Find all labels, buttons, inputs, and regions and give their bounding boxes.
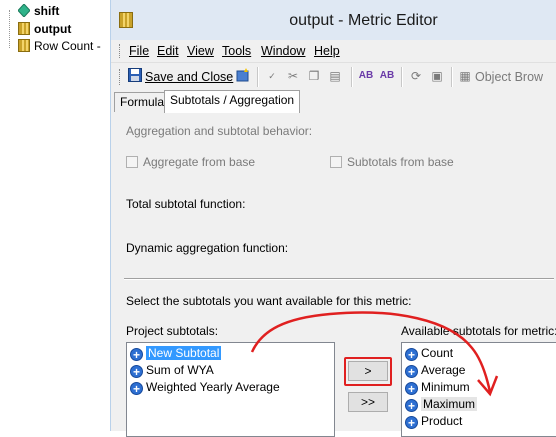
menu-edit[interactable]: Edit [157, 44, 179, 58]
object-browser-button[interactable]: Object Brow [475, 70, 543, 84]
available-subtotals-label: Available subtotals for metric: [401, 324, 556, 338]
subtotals-from-base-checkbox[interactable] [330, 156, 342, 168]
toolbar-separator [257, 67, 259, 87]
menu-view-label: View [187, 44, 214, 58]
available-subtotals-list[interactable]: + Count + Average + Minimum + Maximum + Produ… [401, 342, 556, 437]
list-item[interactable]: + Average [405, 362, 465, 379]
tab-subtotals-aggregation[interactable]: Subtotals / Aggregation [164, 90, 301, 113]
tree-item-label: output [34, 22, 72, 36]
spell-check-icon[interactable]: ✓ [264, 68, 280, 84]
tree-item-row-count[interactable]: Row Count - [18, 38, 101, 55]
object-browser-icon[interactable]: ▦ [457, 68, 473, 84]
menu-file[interactable]: File [129, 44, 149, 58]
copy-icon[interactable]: ❐ [306, 68, 322, 84]
menu-help-label: Help [314, 44, 340, 58]
subtotals-from-base-label: Subtotals from base [347, 155, 454, 169]
menu-grip[interactable] [119, 44, 123, 58]
project-subtotals-list[interactable]: + New Subtotal + Sum of WYA + Weighted Year… [126, 342, 335, 437]
list-item-label: Maximum [421, 397, 478, 411]
save-icon[interactable] [127, 68, 143, 84]
toolbar-separator [451, 67, 453, 87]
list-item[interactable]: + Weighted Yearly Average [130, 379, 280, 396]
add-all-subtotals-button[interactable]: >> [348, 392, 388, 412]
new-icon[interactable] [235, 68, 251, 84]
tab-strip: Formula Subtotals / Aggregation [111, 90, 556, 113]
title-bar[interactable]: output - Metric Editor [111, 0, 556, 40]
properties-icon[interactable]: ▣ [429, 68, 445, 84]
menu-tools-label: Tools [222, 44, 252, 58]
menu-view[interactable]: View [187, 44, 214, 58]
save-and-close-button[interactable]: Save and Close [145, 70, 233, 84]
project-subtotals-label: Project subtotals: [126, 324, 219, 338]
tree-item-shift[interactable]: shift [17, 3, 60, 20]
list-item-label: New Subtotal [146, 346, 222, 360]
list-item-label: Minimum [421, 380, 470, 394]
menu-file-label: File [129, 44, 150, 58]
list-item-label: Count [421, 346, 454, 360]
plus-circle-icon: + [405, 365, 418, 379]
tree-item-label: shift [34, 4, 60, 18]
list-item-label: Product [421, 414, 463, 428]
list-item[interactable]: + Product [405, 413, 462, 430]
save-and-close-label: Save and Close [145, 70, 234, 84]
menu-window-label: Window [261, 44, 306, 58]
subtotals-panel: Aggregation and subtotal behavior: Aggre… [111, 112, 556, 437]
plus-circle-icon: + [405, 348, 418, 362]
metric-editor-window: output - Metric Editor File Edit View To… [110, 0, 556, 437]
menu-edit-label: Edit [157, 44, 179, 58]
toolbar-separator [351, 67, 353, 87]
select-subtotals-prompt: Select the subtotals you want available … [126, 294, 412, 308]
paste-icon[interactable]: ▤ [327, 68, 343, 84]
tree-item-label: Row Count - [34, 39, 101, 53]
menu-bar: File Edit View Tools Window Help [111, 40, 556, 62]
list-item[interactable]: + Maximum [405, 396, 478, 413]
object-tree: shift output Row Count - [0, 0, 110, 431]
metric-icon [18, 39, 30, 52]
aggregation-heading: Aggregation and subtotal behavior: [126, 124, 313, 138]
menu-help[interactable]: Help [314, 44, 340, 58]
tree-item-output[interactable]: output [18, 21, 71, 38]
menu-window[interactable]: Window [261, 44, 305, 58]
window-title: output - Metric Editor [289, 12, 438, 29]
menu-tools[interactable]: Tools [222, 44, 251, 58]
dynamic-aggregation-function-label: Dynamic aggregation function: [126, 241, 289, 255]
tab-formula[interactable]: Formula [114, 92, 171, 112]
section-divider [124, 278, 554, 280]
list-item[interactable]: + Count [405, 345, 453, 362]
toolbar-grip[interactable] [119, 69, 123, 85]
plus-circle-icon: + [405, 416, 418, 430]
list-item-label: Weighted Yearly Average [146, 380, 280, 394]
plus-circle-icon: + [130, 382, 143, 396]
plus-circle-icon: + [405, 382, 418, 396]
toolbar-separator [401, 67, 403, 87]
plus-circle-icon: + [130, 365, 143, 379]
abc-check-icon[interactable]: AB [358, 68, 374, 84]
aggregate-from-base-checkbox[interactable] [126, 156, 138, 168]
list-item[interactable]: + New Subtotal [130, 345, 222, 362]
add-subtotal-button[interactable]: > [348, 361, 388, 381]
list-item-label: Average [421, 363, 466, 377]
tree-connector [9, 10, 11, 48]
diamond-icon [17, 3, 31, 18]
cut-icon[interactable]: ✂ [285, 68, 301, 84]
metric-icon [18, 22, 30, 35]
abc-validate-icon[interactable]: AB [379, 68, 395, 84]
aggregate-from-base-label: Aggregate from base [143, 155, 256, 169]
list-item[interactable]: + Minimum [405, 379, 470, 396]
total-subtotal-function-label: Total subtotal function: [126, 197, 246, 211]
list-item-label: Sum of WYA [146, 363, 214, 377]
toolbar: Save and Close ✓ ✂ ❐ ▤ AB AB ⟳ ▣ ▦ Objec… [111, 62, 556, 91]
plus-circle-icon: + [130, 348, 143, 362]
plus-circle-icon: + [405, 399, 418, 413]
refresh-icon[interactable]: ⟳ [408, 68, 424, 84]
list-item[interactable]: + Sum of WYA [130, 362, 214, 379]
